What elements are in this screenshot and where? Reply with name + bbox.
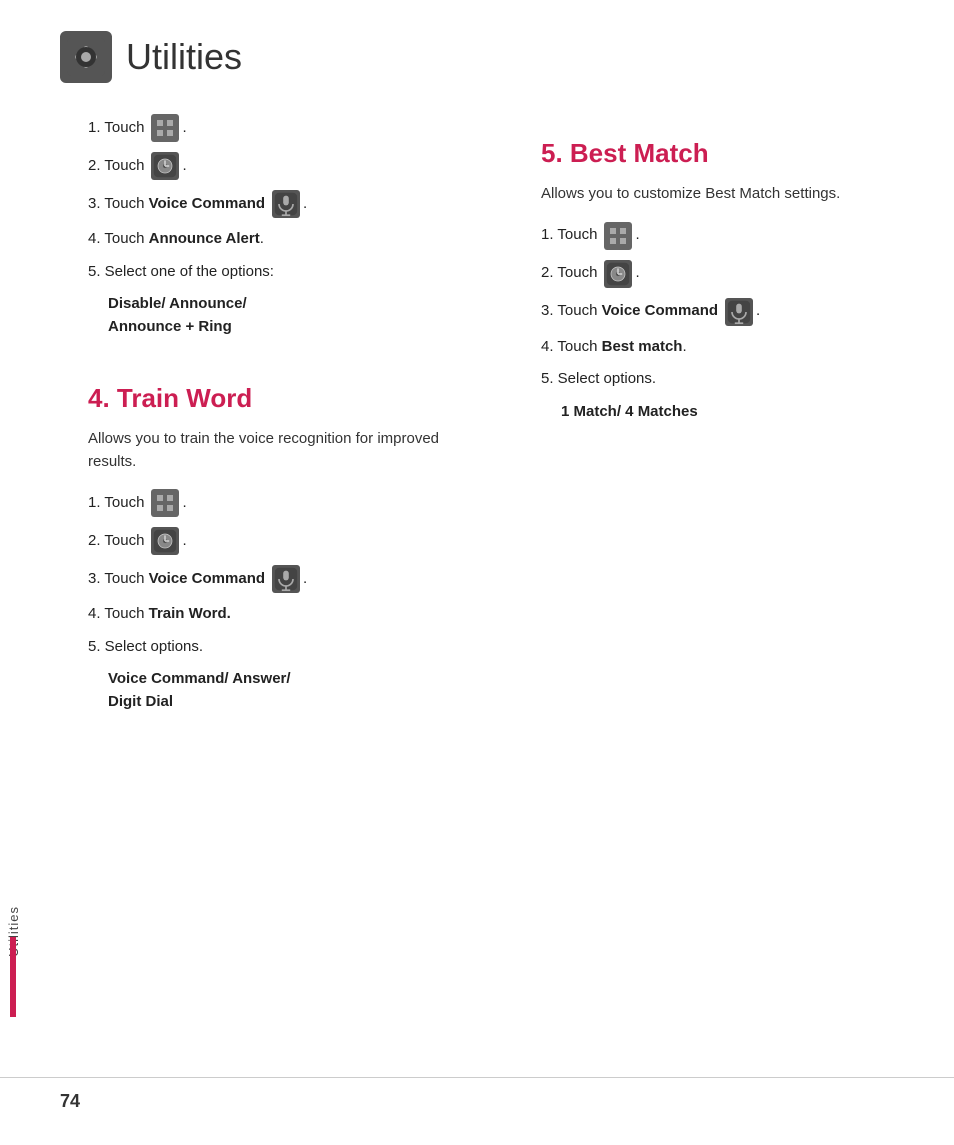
tw-step-4-text: 4. Touch Train Word. (88, 603, 231, 626)
tw-step-2-num: 2. Touch (88, 530, 144, 553)
bm-step-4-text: 4. Touch Best match. (541, 336, 687, 359)
tw-step-5-options: Voice Command/ Answer/Digit Dial (108, 668, 461, 713)
step-1-dot: . (182, 117, 186, 140)
left-column: 1. Touch . 2. Touc (88, 94, 501, 1077)
mic-icon-tw3 (272, 565, 300, 593)
tw-step-3: 3. Touch Voice Command . (88, 565, 461, 593)
bm-step-3: 3. Touch Voice Command . (541, 298, 914, 326)
bm-step-5: 5. Select options. (541, 368, 914, 391)
train-word-desc: Allows you to train the voice recognitio… (88, 428, 461, 473)
step-2-num: 2. Touch (88, 155, 144, 178)
tw-step-1-dot: . (182, 492, 186, 515)
step-5-options-bold: Disable/ Announce/Announce + Ring (108, 295, 247, 335)
grid-icon-tw1 (151, 489, 179, 517)
clock-icon-1 (151, 152, 179, 180)
tw-step-1-num: 1. Touch (88, 492, 144, 515)
bm-step-3-dot: . (756, 300, 760, 323)
step-5-announce-wrap: 5. Select one of the options: Disable/ A… (88, 261, 461, 339)
tw-step-5-options-bold: Voice Command/ Answer/Digit Dial (108, 670, 291, 710)
mic-icon-1 (272, 190, 300, 218)
sidebar-bar (10, 937, 16, 1017)
step-5-options: Disable/ Announce/Announce + Ring (108, 293, 461, 338)
header: Utilities (0, 0, 954, 94)
bm-step-2-dot: . (635, 262, 639, 285)
page-footer: 74 (0, 1077, 954, 1145)
bm-step-3-num: 3. Touch Voice Command (541, 300, 718, 323)
bm-step-5-options: 1 Match/ 4 Matches (561, 401, 914, 424)
page-number: 74 (60, 1088, 80, 1115)
page: Utilities Utilities 1. Touch (0, 0, 954, 1145)
bm-step-2-num: 2. Touch (541, 262, 597, 285)
bm-step-1-dot: . (635, 224, 639, 247)
bm-step-5-text: 5. Select options. (541, 368, 656, 391)
section-divider (88, 358, 461, 359)
clock-icon-bm2 (604, 260, 632, 288)
columns: 1. Touch . 2. Touc (28, 94, 954, 1077)
train-word-heading: 4. Train Word (88, 379, 461, 418)
announce-alert-steps: 1. Touch . 2. Touc (88, 114, 461, 338)
tw-step-3-num: 3. Touch Voice Command (88, 568, 265, 591)
step-5-text: 5. Select one of the options: (88, 261, 274, 284)
best-match-desc: Allows you to customize Best Match setti… (541, 183, 914, 206)
utilities-icon (60, 31, 112, 83)
step-3-dot: . (303, 193, 307, 216)
grid-icon-1 (151, 114, 179, 142)
best-match-section: 5. Best Match Allows you to customize Be… (541, 134, 914, 423)
best-match-heading: 5. Best Match (541, 134, 914, 173)
step-1-num: 1. Touch (88, 117, 144, 140)
tw-step-5-text: 5. Select options. (88, 636, 203, 659)
step-3-num: 3. Touch Voice Command (88, 193, 265, 216)
tw-step-1: 1. Touch . (88, 489, 461, 517)
bm-step-1-num: 1. Touch (541, 224, 597, 247)
bm-step-1: 1. Touch . (541, 222, 914, 250)
step-1-announce: 1. Touch . (88, 114, 461, 142)
tw-step-3-dot: . (303, 568, 307, 591)
bm-step-4: 4. Touch Best match. (541, 336, 914, 359)
step-5-announce: 5. Select one of the options: (88, 261, 461, 284)
train-word-section: 4. Train Word Allows you to train the vo… (88, 379, 461, 713)
tw-step-4: 4. Touch Train Word. (88, 603, 461, 626)
bm-step-5-options-bold: 1 Match/ 4 Matches (561, 403, 698, 420)
tw-step-2-dot: . (182, 530, 186, 553)
clock-icon-tw2 (151, 527, 179, 555)
bm-step-5-wrap: 5. Select options. 1 Match/ 4 Matches (541, 368, 914, 423)
bm-step-2: 2. Touch . (541, 260, 914, 288)
mic-icon-bm3 (725, 298, 753, 326)
tw-step-5: 5. Select options. (88, 636, 461, 659)
grid-icon-bm1 (604, 222, 632, 250)
sidebar-tab: Utilities (0, 94, 28, 1077)
tw-step-5-wrap: 5. Select options. Voice Command/ Answer… (88, 636, 461, 714)
tw-step-2: 2. Touch . (88, 527, 461, 555)
right-column: 5. Best Match Allows you to customize Be… (501, 94, 914, 1077)
step-4-announce: 4. Touch Announce Alert. (88, 228, 461, 251)
step-4-text: 4. Touch Announce Alert. (88, 228, 264, 251)
page-title: Utilities (126, 30, 242, 84)
step-3-announce: 3. Touch Voice Command . (88, 190, 461, 218)
step-2-dot: . (182, 155, 186, 178)
step-2-announce: 2. Touch . (88, 152, 461, 180)
content-area: Utilities 1. Touch (0, 94, 954, 1077)
